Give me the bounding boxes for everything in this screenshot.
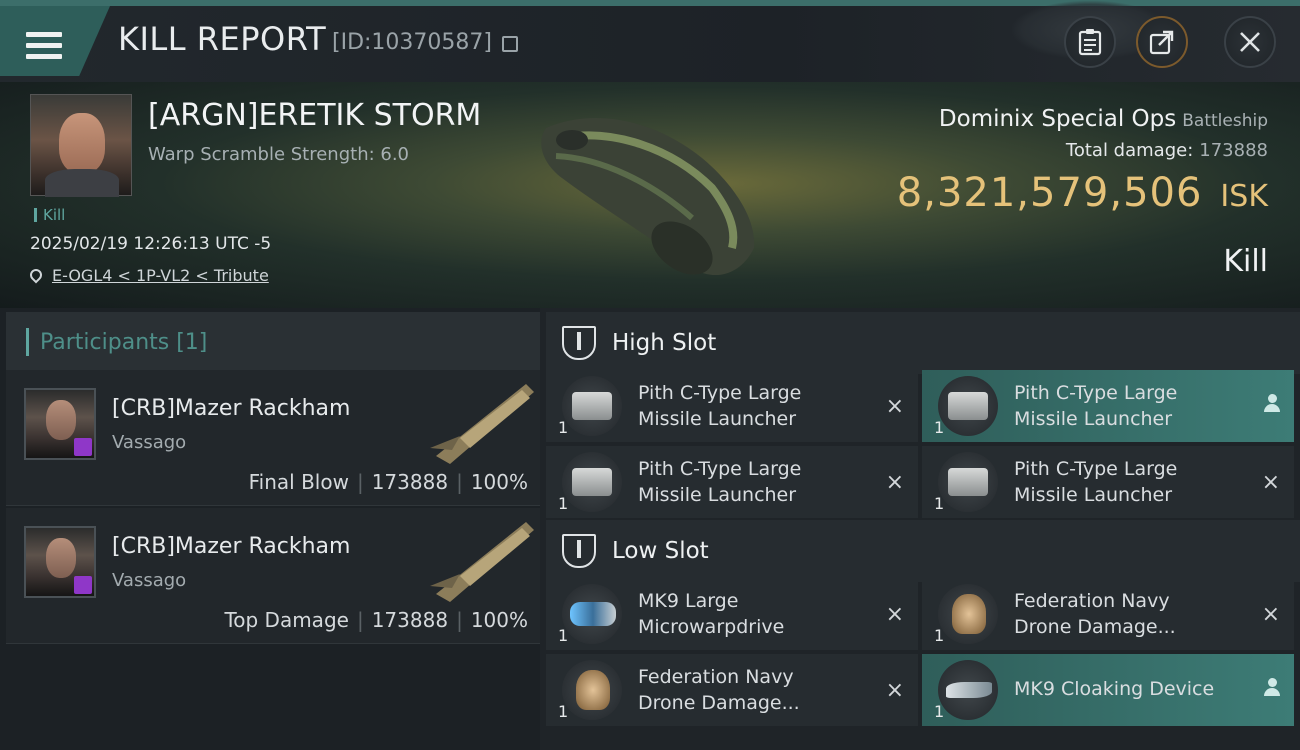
corp-badge-icon xyxy=(74,576,92,594)
copy-icon[interactable] xyxy=(502,36,518,52)
module-name: Pith C-Type Large Missile Launcher xyxy=(638,382,802,430)
share-icon xyxy=(1149,30,1174,55)
kill-result-label: Kill xyxy=(1223,244,1268,279)
participant-name: [CRB]Mazer Rackham xyxy=(112,534,351,559)
participants-panel: Participants [1] [CRB]Mazer Rackham Vass… xyxy=(0,308,540,750)
low-slot-header: Low Slot xyxy=(546,520,1300,582)
participant-stats: Final Blow | 173888 | 100% xyxy=(248,470,528,494)
participants-header[interactable]: Participants [1] xyxy=(6,312,540,370)
location-link[interactable]: E-OGL4 < 1P-VL2 < Tribute xyxy=(52,266,269,285)
dropped-person-icon xyxy=(1264,394,1280,414)
participant-stats: Top Damage | 173888 | 100% xyxy=(224,608,528,632)
high-slot-header: High Slot xyxy=(546,312,1300,374)
kill-tag: Kill xyxy=(34,206,65,224)
missile-launcher-icon xyxy=(938,376,998,436)
warp-scramble-strength: Warp Scramble Strength: 6.0 xyxy=(148,144,410,165)
victim-portrait[interactable] xyxy=(30,94,132,197)
module-item[interactable]: 1 Pith C-Type Large Missile Launcher × xyxy=(922,446,1294,518)
dropped-person-icon xyxy=(1264,678,1280,698)
high-slot-icon xyxy=(562,326,596,360)
module-name: MK9 Cloaking Device xyxy=(1014,678,1215,700)
clipboard-button[interactable] xyxy=(1064,16,1116,68)
kill-timestamp: 2025/02/19 12:26:13 UTC -5 xyxy=(30,234,272,254)
destroyed-icon: × xyxy=(885,394,904,419)
avatar[interactable] xyxy=(24,388,96,460)
participant-row[interactable]: [CRB]Mazer Rackham Vassago Top Damage | 17… xyxy=(6,508,540,644)
location-pin-icon xyxy=(27,266,45,284)
fitting-panel: High Slot 1 Pith C-Type Large Missile Lau… xyxy=(540,308,1300,750)
module-item[interactable]: 1 Pith C-Type Large Missile Launcher × xyxy=(546,446,918,518)
low-slot-icon xyxy=(562,534,596,568)
module-item[interactable]: 1 Federation Navy Drone Damage... × xyxy=(922,578,1294,650)
avatar[interactable] xyxy=(24,526,96,598)
close-button[interactable] xyxy=(1224,16,1276,68)
victim-ship-name[interactable]: Dominix Special Ops Battleship xyxy=(939,106,1268,132)
destroyed-icon: × xyxy=(885,470,904,495)
microwarpdrive-icon xyxy=(562,584,622,644)
participant-name: [CRB]Mazer Rackham xyxy=(112,396,351,421)
destroyed-icon: × xyxy=(1261,470,1280,495)
victim-ship-image xyxy=(541,118,755,276)
victim-banner: [ARGN]ERETIK STORM Warp Scramble Strengt… xyxy=(0,82,1300,308)
participant-row[interactable]: [CRB]Mazer Rackham Vassago Final Blow | 17… xyxy=(6,370,540,506)
participants-title: Participants [1] xyxy=(40,330,208,355)
drone-damage-amplifier-icon xyxy=(562,660,622,720)
module-item[interactable]: 1 Federation Navy Drone Damage... × xyxy=(546,654,918,726)
destroyed-icon: × xyxy=(885,678,904,703)
hamburger-menu-icon xyxy=(26,32,62,60)
module-item[interactable]: 1 Pith C-Type Large Missile Launcher xyxy=(922,370,1294,442)
header-bar: KILL REPORT [ID:10370587] xyxy=(0,0,1300,82)
destroyed-icon: × xyxy=(1261,602,1280,627)
missile-launcher-icon xyxy=(562,452,622,512)
module-name: MK9 Large Microwarpdrive xyxy=(638,590,785,638)
participant-corp: Vassago xyxy=(112,570,187,591)
module-name: Federation Navy Drone Damage... xyxy=(1014,590,1176,638)
module-item[interactable]: 1 MK9 Large Microwarpdrive × xyxy=(546,578,918,650)
menu-button[interactable] xyxy=(0,6,110,76)
victim-name[interactable]: [ARGN]ERETIK STORM xyxy=(148,98,481,133)
ship-class: Battleship xyxy=(1182,111,1268,131)
drone-damage-amplifier-icon xyxy=(938,584,998,644)
clipboard-icon xyxy=(1078,29,1102,56)
isk-value: 8,321,579,506 ISK xyxy=(896,170,1268,216)
page-title: KILL REPORT xyxy=(118,20,327,58)
destroyed-icon: × xyxy=(885,602,904,627)
module-name: Federation Navy Drone Damage... xyxy=(638,666,800,714)
total-damage: Total damage: 173888 xyxy=(1065,140,1268,161)
report-id: [ID:10370587] xyxy=(332,30,492,55)
missile-launcher-icon xyxy=(938,452,998,512)
share-button[interactable] xyxy=(1136,16,1188,68)
corp-badge-icon xyxy=(74,438,92,456)
missile-launcher-icon xyxy=(562,376,622,436)
module-name: Pith C-Type Large Missile Launcher xyxy=(1014,458,1178,506)
module-item[interactable]: 1 MK9 Cloaking Device xyxy=(922,654,1294,726)
module-name: Pith C-Type Large Missile Launcher xyxy=(1014,382,1178,430)
module-item[interactable]: 1 Pith C-Type Large Missile Launcher × xyxy=(546,370,918,442)
close-icon xyxy=(1240,32,1260,52)
participant-ship-image xyxy=(430,384,534,464)
participant-corp: Vassago xyxy=(112,432,187,453)
kill-location[interactable]: E-OGL4 < 1P-VL2 < Tribute xyxy=(27,266,269,285)
module-name: Pith C-Type Large Missile Launcher xyxy=(638,458,802,506)
participant-ship-image xyxy=(430,522,534,602)
cloaking-device-icon xyxy=(938,660,998,720)
